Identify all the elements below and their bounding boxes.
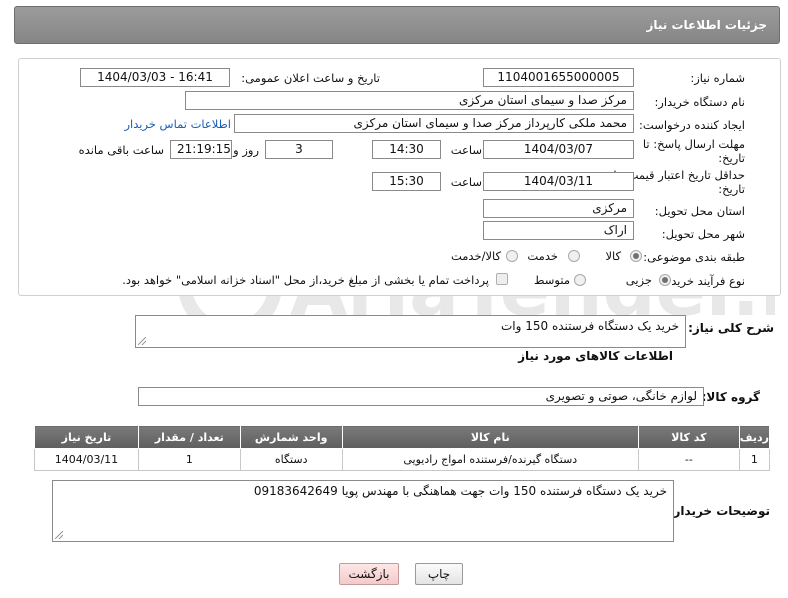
description-field: خرید یک دستگاه فرستنده 150 وات xyxy=(135,315,686,348)
deadline-date-field: 1404/03/07 xyxy=(483,140,634,159)
process-label: نوع فرآیند خرید : xyxy=(663,274,745,288)
requester-label: ایجاد کننده درخواست: xyxy=(639,118,745,132)
col-row-number: ردیف xyxy=(738,425,771,449)
buyer-notes-field: خرید یک دستگاه فرستنده 150 وات جهت هماهن… xyxy=(52,480,674,542)
buyer-org-field: مرکز صدا و سیمای استان مرکزی xyxy=(185,91,634,110)
col-item-name: نام کالا xyxy=(341,425,639,449)
col-quantity: تعداد / مقدار xyxy=(137,425,241,449)
cell-unit: دستگاه xyxy=(239,448,343,471)
goods-table: ردیف کد کالا نام کالا واحد شمارش تعداد /… xyxy=(34,425,771,471)
announce-label: تاریخ و ساعت اعلان عمومی: xyxy=(241,71,380,85)
category-option-goods: کالا xyxy=(605,249,621,263)
category-radio-service[interactable] xyxy=(568,250,580,262)
goods-group-field: لوازم خانگی، صوتی و تصویری xyxy=(138,387,704,406)
description-label: شرح کلی نیاز: xyxy=(688,321,774,335)
page-title: جزئیات اطلاعات نیاز xyxy=(646,18,767,32)
price-validity-time-label: ساعت xyxy=(450,175,482,189)
city-field: اراک xyxy=(483,221,634,240)
resize-handle-icon[interactable] xyxy=(55,531,63,539)
cell-item-name: دستگاه گیرنده/فرستنده امواج رادیویی xyxy=(341,448,639,471)
need-number-label: شماره نیاز: xyxy=(690,71,745,85)
days-remaining-field: 3 xyxy=(265,140,333,159)
province-label: استان محل تحویل: xyxy=(654,204,745,218)
cell-row-number: 1 xyxy=(738,448,771,471)
print-button-label: چاپ xyxy=(427,567,451,581)
process-radio-medium[interactable] xyxy=(574,274,586,286)
col-need-date: تاریخ نیاز xyxy=(34,425,139,449)
province-field: مرکزی xyxy=(483,199,634,218)
back-button-label: بازگشت xyxy=(348,567,390,581)
requester-field: محمد ملکی کارپرداز مرکز صدا و سیمای استا… xyxy=(234,114,634,133)
treasury-payment-note: پرداخت تمام یا بخشی از مبلغ خرید،از محل … xyxy=(122,273,489,287)
goods-section-title: اطلاعات کالاهای مورد نیاز xyxy=(518,349,673,363)
cell-quantity: 1 xyxy=(137,448,241,471)
category-option-service: خدمت xyxy=(527,249,558,263)
col-item-code: کد کالا xyxy=(637,425,740,449)
category-radio-goods[interactable] xyxy=(630,250,642,262)
remaining-time-field: 21:19:15 xyxy=(170,140,232,159)
category-radio-goods-service[interactable] xyxy=(506,250,518,262)
buyer-org-label: نام دستگاه خریدار: xyxy=(654,95,745,109)
description-text: خرید یک دستگاه فرستنده 150 وات xyxy=(500,319,679,333)
back-button[interactable]: بازگشت xyxy=(339,563,399,585)
page-header: جزئیات اطلاعات نیاز xyxy=(14,6,780,44)
deadline-label: مهلت ارسال پاسخ: تا تاریخ: xyxy=(642,137,745,165)
print-button[interactable]: چاپ xyxy=(415,563,463,585)
process-option-medium: متوسط xyxy=(533,273,570,287)
table-row: 1 -- دستگاه گیرنده/فرستنده امواج رادیویی… xyxy=(34,448,771,471)
goods-table-header: ردیف کد کالا نام کالا واحد شمارش تعداد /… xyxy=(34,425,771,449)
goods-group-label: گروه کالا: xyxy=(701,390,760,404)
process-option-minor: جزیی xyxy=(625,273,652,287)
price-validity-date-field: 1404/03/11 xyxy=(483,172,634,191)
process-radio-minor[interactable] xyxy=(659,274,671,286)
need-number-field: 1104001655000005 xyxy=(483,68,634,87)
treasury-payment-checkbox[interactable] xyxy=(496,273,508,285)
city-label: شهر محل تحویل: xyxy=(661,227,745,241)
price-validity-time-field: 15:30 xyxy=(372,172,441,191)
category-label: طبقه بندی موضوعی: xyxy=(643,250,745,264)
category-option-goods-service: کالا/خدمت xyxy=(450,249,501,263)
col-unit: واحد شمارش xyxy=(239,425,343,449)
days-label: روز و xyxy=(233,143,259,157)
remaining-time-label: ساعت باقی مانده xyxy=(78,143,164,157)
announce-field: 1404/03/03 - 16:41 xyxy=(80,68,230,87)
buyer-notes-text: خرید یک دستگاه فرستنده 150 وات جهت هماهن… xyxy=(253,484,667,498)
cell-need-date: 1404/03/11 xyxy=(34,448,139,471)
deadline-time-label: ساعت xyxy=(450,143,482,157)
cell-item-code: -- xyxy=(637,448,740,471)
buyer-notes-label: توضیحات خریدار: xyxy=(668,504,770,518)
resize-handle-icon[interactable] xyxy=(138,337,146,345)
deadline-time-field: 14:30 xyxy=(372,140,441,159)
buyer-contact-link[interactable]: اطلاعات تماس خریدار xyxy=(124,117,231,131)
